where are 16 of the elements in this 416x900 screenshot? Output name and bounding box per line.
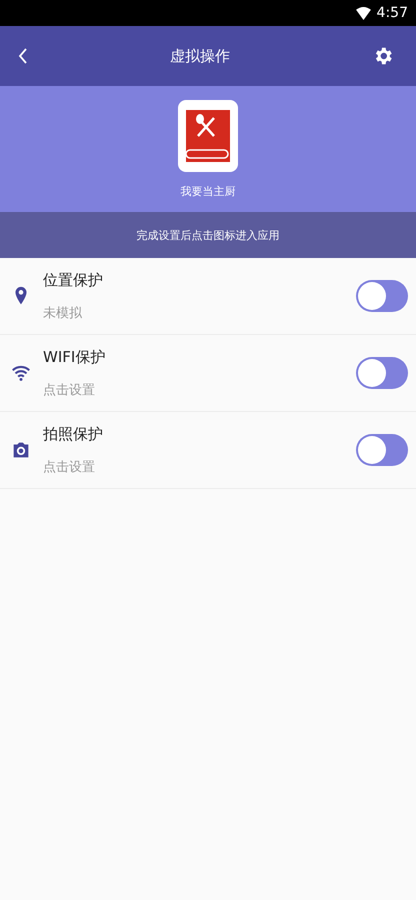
setting-status: 未模拟	[43, 304, 83, 322]
toggle-switch[interactable]	[356, 434, 408, 466]
hint-text: 完成设置后点击图标进入应用	[136, 228, 280, 242]
setting-title: 位置保护	[43, 270, 104, 290]
setting-status: 点击设置	[43, 382, 96, 398]
toggle-switch[interactable]	[356, 280, 408, 312]
setting-title: WIFI保护	[43, 348, 106, 366]
status-time: 4:57	[376, 5, 408, 21]
back-icon[interactable]	[18, 47, 28, 65]
wifi-signal-icon	[356, 6, 371, 20]
toggle-switch[interactable]	[356, 357, 408, 389]
app-name: 我要当主厨	[180, 184, 236, 198]
screen-title: 虚拟操作	[170, 46, 230, 66]
setting-title: 拍照保护	[43, 424, 104, 444]
cookbook-icon[interactable]	[178, 100, 238, 172]
setting-status: 点击设置	[43, 458, 96, 476]
